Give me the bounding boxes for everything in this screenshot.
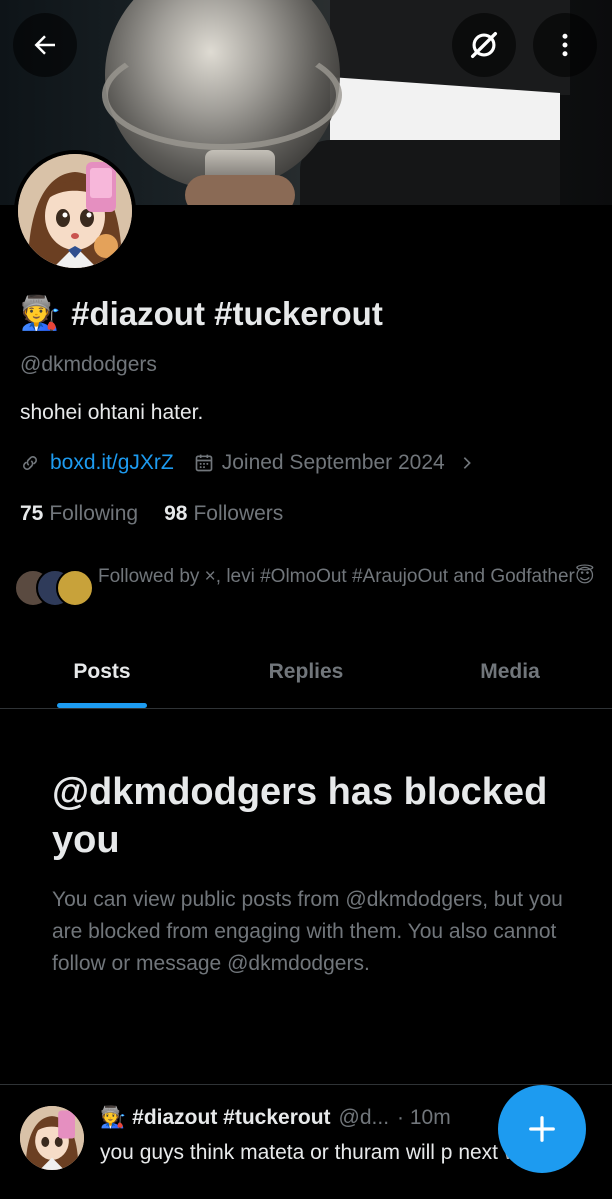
blocked-title: @dkmdodgers has blocked you (52, 771, 548, 861)
blocked-description: You can view public posts from @dkmdodge… (52, 888, 563, 975)
grok-button[interactable] (452, 13, 516, 77)
profile-tabs: Posts Replies Media (0, 640, 612, 709)
following-count: 75 (20, 502, 44, 525)
profile-meta-row: boxd.it/gJXrZ Joined September 2024 (20, 451, 475, 475)
calendar-icon (195, 454, 213, 472)
more-vertical-icon (562, 33, 568, 57)
banner-arm (300, 140, 560, 205)
link-icon (23, 456, 37, 470)
profile-avatar[interactable] (14, 150, 136, 272)
followed-by-row[interactable]: Followed by ×, levi #OlmoOut #AraujoOut … (14, 563, 604, 611)
followers-link[interactable]: 98 Followers (164, 502, 283, 526)
post-avatar[interactable] (20, 1106, 84, 1170)
banner-hand (185, 175, 295, 205)
more-options-button[interactable] (533, 13, 597, 77)
followers-count: 98 (164, 502, 188, 525)
display-name-text: #diazout #tuckerout (71, 294, 383, 332)
bio: shohei ohtani hater. (20, 401, 204, 424)
grok-icon (470, 31, 498, 59)
followers-label: Followers (193, 502, 284, 525)
plus-icon (529, 1116, 555, 1142)
back-button[interactable] (13, 13, 77, 77)
post-header: 🧑‍🏭 #diazout #tuckerout @d... · 10m (100, 1106, 451, 1130)
post-author-handle[interactable]: @d... (339, 1106, 390, 1130)
post-timestamp[interactable]: · 10m (397, 1106, 451, 1130)
joined-date: Joined September 2024 (221, 451, 445, 474)
banner-trophy-rim (102, 40, 342, 150)
followed-by-text: Followed by ×, levi #OlmoOut #AraujoOut … (98, 566, 595, 587)
chevron-right-icon[interactable] (459, 455, 475, 471)
following-link[interactable]: 75 Following (20, 502, 138, 526)
compose-button[interactable] (498, 1085, 586, 1173)
tab-posts[interactable]: Posts (0, 640, 204, 708)
anime-avatar-image (18, 154, 132, 268)
following-label: Following (49, 502, 139, 525)
divider (0, 1084, 612, 1085)
anime-avatar-image (20, 1106, 84, 1170)
post-author-name[interactable]: #diazout #tuckerout (132, 1106, 330, 1130)
profile-link[interactable]: boxd.it/gJXrZ (50, 451, 174, 475)
followed-by-avatars (14, 569, 94, 611)
tab-media[interactable]: Media (408, 640, 612, 708)
display-name: 🧑‍🏭 #diazout #tuckerout (20, 294, 383, 333)
follow-counts: 75 Following 98 Followers (20, 502, 283, 526)
user-handle: @dkmdodgers (20, 353, 157, 376)
follower-avatar (56, 569, 94, 607)
tab-replies[interactable]: Replies (204, 640, 408, 708)
display-name-emoji: 🧑‍🏭 (20, 294, 62, 331)
arrow-left-icon (34, 35, 55, 55)
post-emoji: 🧑‍🏭 (100, 1106, 127, 1129)
